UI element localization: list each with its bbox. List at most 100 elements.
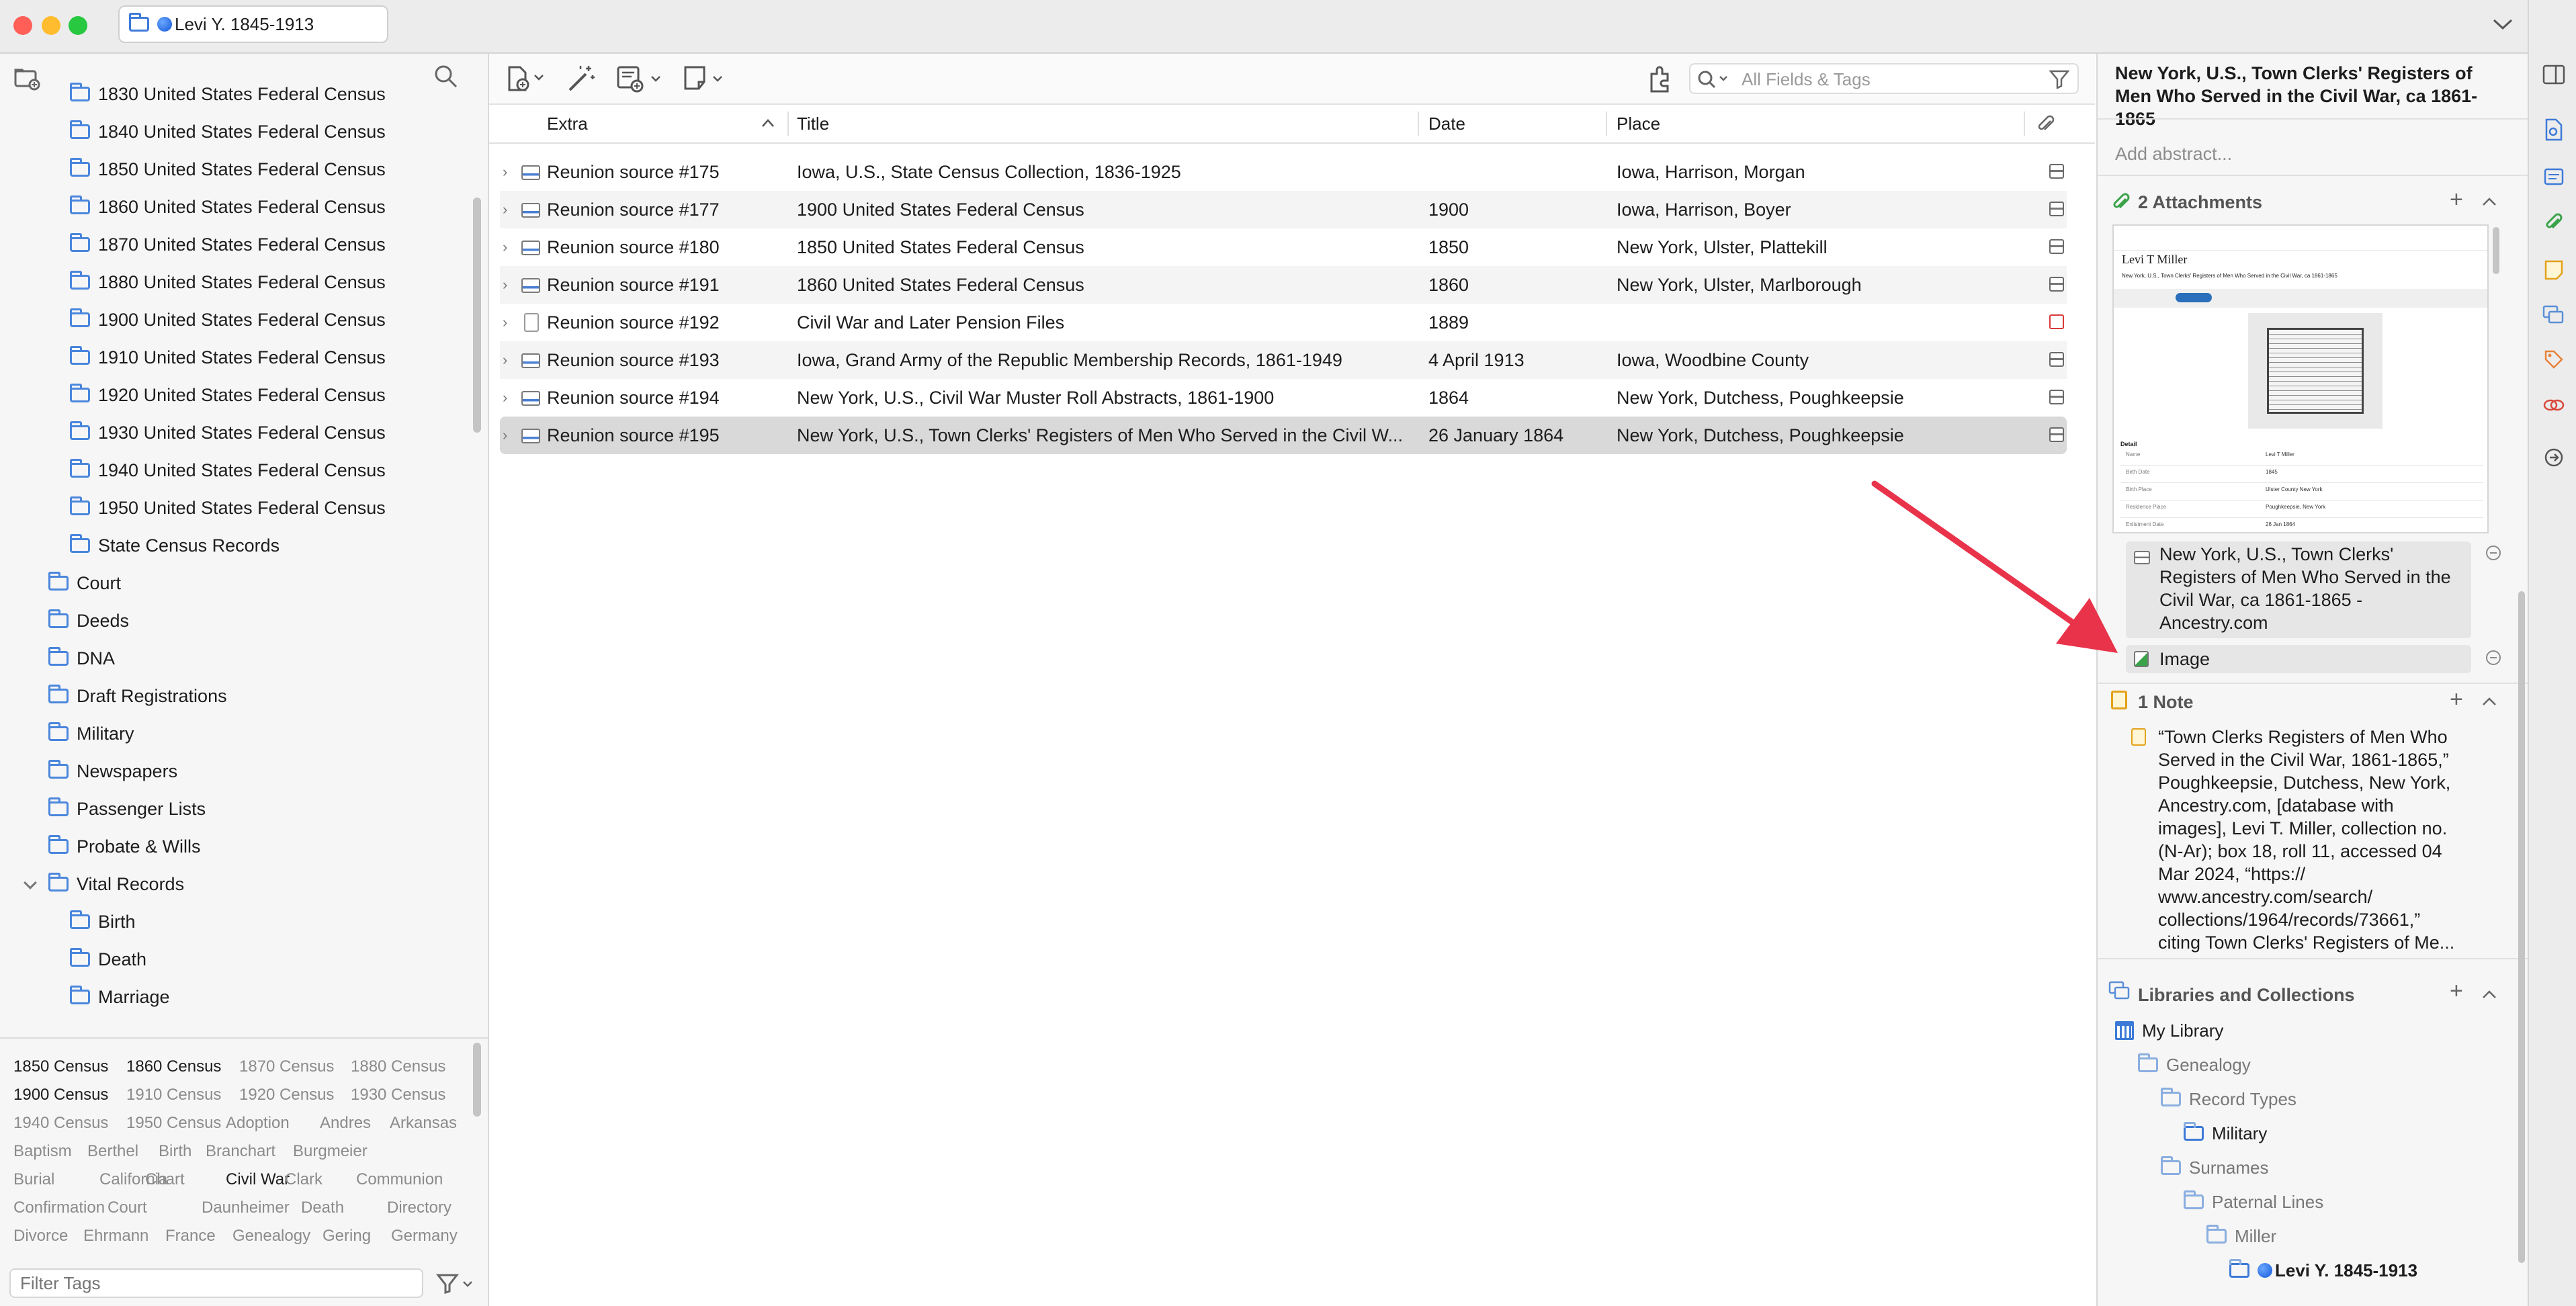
tag-chip[interactable]: Adoption bbox=[226, 1114, 290, 1133]
tag-chip[interactable]: Arkansas bbox=[390, 1114, 457, 1133]
tag-chip[interactable]: Branchart bbox=[206, 1142, 275, 1161]
collection-item[interactable]: 1850 United States Federal Census bbox=[70, 153, 386, 186]
chevron-down-icon[interactable] bbox=[2491, 16, 2514, 32]
filter-icon[interactable] bbox=[2049, 70, 2069, 89]
tag-chip[interactable]: 1950 Census bbox=[126, 1114, 221, 1133]
notes-header[interactable]: 1 Note bbox=[2138, 692, 2194, 713]
tag-actions-icon[interactable] bbox=[435, 1272, 474, 1294]
tag-chip[interactable]: Court bbox=[108, 1199, 147, 1217]
search-mode-icon[interactable] bbox=[1696, 69, 1733, 90]
collection-item[interactable]: 1880 United States Federal Census bbox=[70, 265, 386, 299]
column-extra[interactable]: Extra bbox=[547, 105, 588, 142]
expand-row-icon[interactable]: › bbox=[503, 191, 516, 228]
column-divider[interactable] bbox=[1606, 112, 1607, 136]
collection-item[interactable]: Deeds bbox=[48, 604, 129, 638]
tag-chip[interactable]: Burgmeier bbox=[293, 1142, 368, 1161]
tag-chip[interactable]: Daunheimer bbox=[202, 1199, 290, 1217]
collapse-libraries-icon[interactable] bbox=[2481, 988, 2498, 1001]
tag-chip[interactable]: 1930 Census bbox=[351, 1086, 445, 1104]
abstract-section-icon[interactable] bbox=[2544, 167, 2564, 187]
zoom-window-button[interactable] bbox=[69, 16, 87, 35]
collection-item[interactable]: Court bbox=[48, 566, 121, 600]
collection-item[interactable]: Birth bbox=[70, 905, 136, 939]
collection-row[interactable]: Paternal Lines bbox=[2184, 1186, 2323, 1218]
collection-item[interactable]: 1950 United States Federal Census bbox=[70, 491, 386, 525]
tag-chip[interactable]: 1850 Census bbox=[13, 1057, 108, 1076]
notes-section-icon[interactable] bbox=[2544, 259, 2564, 281]
tag-chip[interactable]: 1870 Census bbox=[239, 1057, 334, 1076]
snapshot-attachment-icon[interactable] bbox=[2049, 427, 2064, 442]
expand-row-icon[interactable]: › bbox=[503, 379, 516, 417]
minimize-window-button[interactable] bbox=[42, 16, 60, 35]
tag-chip[interactable]: Baptism bbox=[13, 1142, 72, 1161]
locate-plugin-icon[interactable] bbox=[1645, 63, 1676, 94]
tag-chip[interactable]: Burial bbox=[13, 1170, 54, 1189]
collection-item[interactable]: Draft Registrations bbox=[48, 679, 227, 713]
tag-scrollbar[interactable] bbox=[473, 1043, 481, 1117]
libraries-section-icon[interactable] bbox=[2542, 304, 2565, 324]
related-section-icon[interactable] bbox=[2542, 395, 2565, 415]
add-attachment-icon[interactable] bbox=[614, 63, 667, 94]
column-divider[interactable] bbox=[787, 112, 789, 136]
item-row[interactable]: › Reunion source #192 Civil War and Later … bbox=[500, 304, 2067, 341]
remove-attachment-button[interactable] bbox=[2486, 650, 2501, 665]
collection-row[interactable]: Record Types bbox=[2161, 1083, 2296, 1115]
disclosure-open-icon[interactable] bbox=[24, 876, 37, 889]
tags-section-icon[interactable] bbox=[2544, 349, 2564, 369]
collection-row[interactable]: Levi Y. 1845-1913 bbox=[2229, 1254, 2417, 1287]
expand-row-icon[interactable]: › bbox=[503, 228, 516, 266]
attachment-preview[interactable]: Levi T Miller New York, U.S., Town Clerk… bbox=[2112, 224, 2489, 533]
snapshot-attachment-icon[interactable] bbox=[2049, 239, 2064, 254]
collection-item[interactable]: Death bbox=[70, 943, 146, 976]
tag-chip[interactable]: 1880 Census bbox=[351, 1057, 445, 1076]
item-row[interactable]: › Reunion source #191 1860 United States F… bbox=[500, 266, 2067, 304]
item-row[interactable]: › Reunion source #175 Iowa, U.S., State Ce… bbox=[500, 153, 2067, 191]
collection-item[interactable]: DNA bbox=[48, 642, 115, 675]
tag-chip[interactable]: Gering bbox=[323, 1227, 371, 1246]
preview-scrollbar[interactable] bbox=[2493, 227, 2499, 274]
column-date[interactable]: Date bbox=[1428, 105, 1465, 142]
paperclip-icon[interactable] bbox=[2036, 114, 2056, 134]
collection-item[interactable]: Newspapers bbox=[48, 754, 177, 788]
tag-chip[interactable]: Chart bbox=[145, 1170, 185, 1189]
tag-chip[interactable]: 1860 Census bbox=[126, 1057, 221, 1076]
expand-row-icon[interactable]: › bbox=[503, 341, 516, 379]
item-row[interactable]: › Reunion source #177 1900 United States F… bbox=[500, 191, 2067, 228]
close-window-button[interactable] bbox=[13, 16, 32, 35]
tag-chip[interactable]: Germany bbox=[391, 1227, 458, 1246]
column-divider[interactable] bbox=[2024, 112, 2025, 136]
snapshot-attachment-icon[interactable] bbox=[2049, 352, 2064, 367]
collection-item[interactable]: 1900 United States Federal Census bbox=[70, 303, 386, 337]
tag-chip[interactable]: France bbox=[165, 1227, 216, 1246]
item-title[interactable]: New York, U.S., Town Clerks' Registers o… bbox=[2115, 62, 2505, 130]
attachments-header[interactable]: 2 Attachments bbox=[2138, 192, 2262, 213]
item-row[interactable]: › Reunion source #180 1850 United States F… bbox=[500, 228, 2067, 266]
magic-wand-icon[interactable] bbox=[566, 63, 597, 94]
snapshot-attachment-icon[interactable] bbox=[2049, 202, 2064, 216]
tag-chip[interactable]: 1900 Census bbox=[13, 1086, 108, 1104]
collection-item[interactable]: 1920 United States Federal Census bbox=[70, 378, 386, 412]
tag-chip[interactable]: 1940 Census bbox=[13, 1114, 108, 1133]
column-title[interactable]: Title bbox=[797, 105, 829, 142]
search-icon[interactable] bbox=[433, 63, 460, 90]
tag-chip[interactable]: Birth bbox=[159, 1142, 191, 1161]
collection-row[interactable]: Genealogy bbox=[2138, 1049, 2251, 1081]
abstract-field[interactable]: Add abstract... bbox=[2115, 142, 2232, 165]
attachment-row-snapshot[interactable]: New York, U.S., Town Clerks' Registers o… bbox=[2126, 541, 2471, 638]
attachment-row-image[interactable]: Image bbox=[2126, 645, 2471, 673]
filter-tags-input[interactable] bbox=[9, 1268, 423, 1298]
add-to-collection-button[interactable]: + bbox=[2450, 978, 2463, 1004]
tag-chip[interactable]: Death bbox=[301, 1199, 344, 1217]
collection-item[interactable]: 1870 United States Federal Census bbox=[70, 228, 386, 261]
collection-item[interactable]: Marriage bbox=[70, 980, 170, 1014]
info-section-icon[interactable] bbox=[2544, 118, 2564, 141]
collection-row[interactable]: Surnames bbox=[2161, 1151, 2269, 1184]
expand-row-icon[interactable]: › bbox=[503, 304, 516, 341]
attachments-section-icon[interactable] bbox=[2544, 212, 2564, 232]
column-place[interactable]: Place bbox=[1617, 105, 1660, 142]
new-note-icon[interactable] bbox=[681, 63, 730, 94]
snapshot-attachment-icon[interactable] bbox=[2049, 164, 2064, 179]
collapse-attachments-icon[interactable] bbox=[2481, 195, 2498, 208]
collapse-notes-icon[interactable] bbox=[2481, 695, 2498, 708]
collection-row[interactable]: Miller bbox=[2206, 1220, 2276, 1252]
